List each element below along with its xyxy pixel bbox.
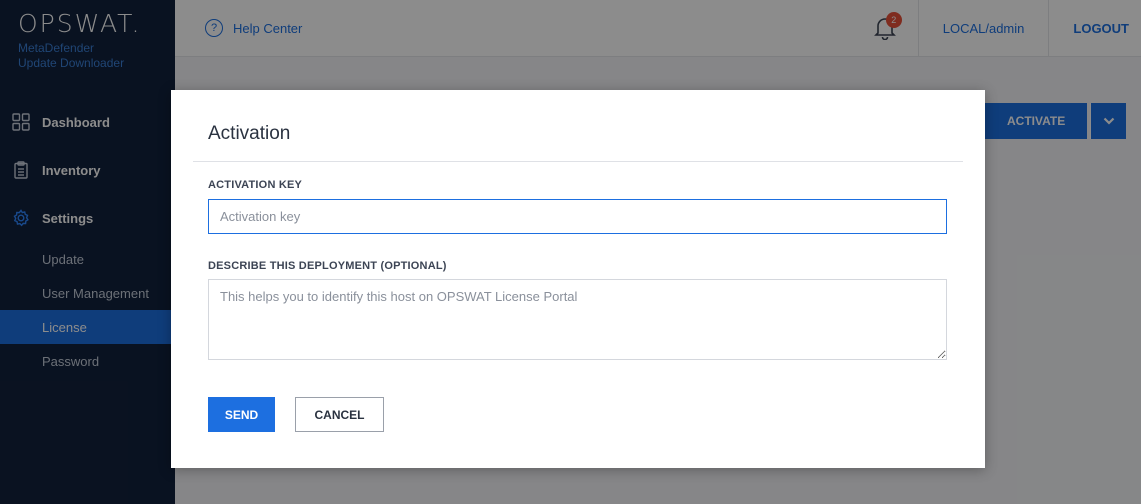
activation-dialog: Activation ACTIVATION KEY DESCRIBE THIS … [171, 90, 985, 468]
cancel-button[interactable]: CANCEL [295, 397, 384, 432]
dialog-title: Activation [208, 123, 291, 144]
send-button[interactable]: SEND [208, 397, 275, 432]
deployment-description-label: DESCRIBE THIS DEPLOYMENT (OPTIONAL) [208, 260, 447, 272]
activation-key-input[interactable] [208, 199, 947, 234]
activation-key-label: ACTIVATION KEY [208, 179, 303, 191]
deployment-description-input[interactable] [208, 279, 947, 360]
dialog-divider [193, 161, 963, 162]
